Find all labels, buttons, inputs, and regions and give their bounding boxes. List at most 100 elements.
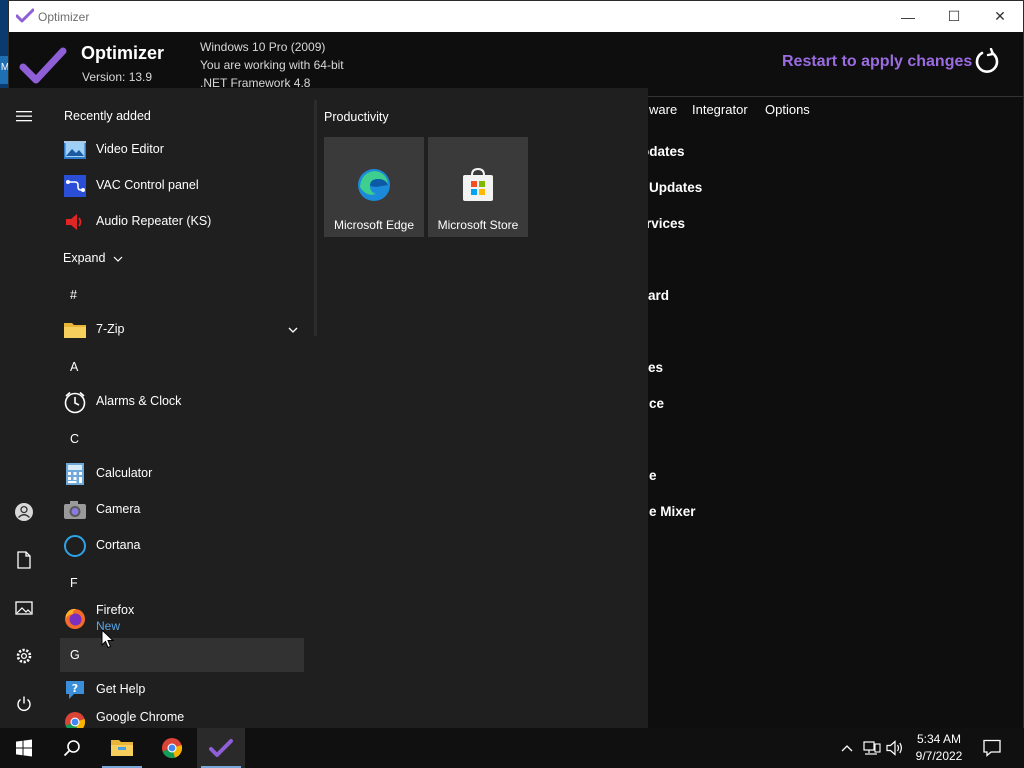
volume-button[interactable] [884, 728, 906, 768]
app-label: Get Help [96, 682, 146, 696]
network-icon [863, 741, 881, 755]
firefox-icon [65, 608, 85, 629]
tile-label: Microsoft Store [437, 218, 519, 232]
option-ce[interactable]: ce [649, 396, 664, 411]
app-calculator[interactable]: Calculator [60, 456, 316, 492]
calculator-icon [66, 463, 84, 485]
chrome-icon [65, 712, 86, 728]
app-firefox[interactable]: Firefox New [60, 600, 316, 636]
clock-time: 5:34 AM [916, 732, 962, 746]
taskbar: 5:34 AM 9/7/2022 [0, 728, 1024, 768]
option-services[interactable]: rvices [646, 216, 685, 231]
taskbar-file-explorer[interactable] [98, 728, 146, 768]
letter-label: F [70, 576, 78, 590]
notification-icon [983, 739, 1001, 757]
store-icon [463, 167, 493, 201]
expand-button[interactable]: Expand [63, 251, 123, 265]
app-audio-repeater[interactable]: Audio Repeater (KS) [60, 204, 316, 240]
app-7zip[interactable]: 7-Zip [60, 312, 316, 348]
get-help-icon: ? [66, 681, 84, 699]
option-es[interactable]: es [648, 360, 663, 375]
chevron-up-icon [841, 745, 853, 752]
restart-link[interactable]: Restart to apply changes [782, 53, 972, 71]
letter-header-g[interactable]: G [60, 638, 304, 672]
app-video-editor[interactable]: Video Editor [60, 132, 316, 168]
expand-label: Expand [63, 251, 106, 265]
optimizer-check-icon [16, 8, 34, 23]
app-label: 7-Zip [96, 322, 125, 336]
user-icon [15, 503, 33, 521]
maximize-button[interactable]: ☐ [931, 1, 977, 32]
app-cortana[interactable]: Cortana [60, 528, 316, 564]
app-version: Version: 13.9 [82, 70, 153, 84]
chevron-down-icon[interactable] [287, 326, 299, 334]
hamburger-icon [16, 111, 32, 122]
clock-date: 9/7/2022 [915, 749, 963, 763]
option-keyboard[interactable]: ard [648, 288, 669, 303]
network-button[interactable] [860, 728, 884, 768]
tile-microsoft-edge[interactable]: Microsoft Edge [324, 137, 424, 237]
notifications-button[interactable] [978, 728, 1006, 768]
volume-icon [886, 740, 902, 756]
letter-header-f[interactable]: F [60, 566, 304, 600]
tab-options[interactable]: Options [765, 102, 810, 117]
settings-button[interactable] [4, 636, 44, 676]
cortana-icon [64, 535, 86, 557]
taskbar-chrome[interactable] [148, 728, 196, 768]
title-bar[interactable]: Optimizer — ☐ ✕ [9, 1, 1023, 32]
letter-label: A [70, 360, 79, 374]
maximize-icon: ☐ [947, 8, 961, 24]
recently-added-header: Recently added [64, 109, 151, 123]
pictures-button[interactable] [4, 588, 44, 628]
tab-hardware[interactable]: ware [649, 102, 677, 117]
settings-icon [16, 648, 32, 664]
power-button[interactable] [4, 684, 44, 724]
start-menu: Recently added Video Editor VAC Control … [0, 88, 648, 728]
letter-header-a[interactable]: A [60, 350, 304, 384]
documents-button[interactable] [4, 540, 44, 580]
app-google-chrome[interactable]: Google Chrome [60, 704, 316, 728]
show-hidden-icons-button[interactable] [836, 728, 858, 768]
app-list: Recently added Video Editor VAC Control … [48, 88, 316, 728]
taskbar-optimizer[interactable] [197, 728, 245, 768]
chevron-down-icon [113, 256, 123, 262]
tab-integrator[interactable]: Integrator [692, 102, 748, 117]
restart-icon[interactable] [973, 48, 1001, 76]
close-button[interactable]: ✕ [977, 1, 1023, 32]
app-label: Camera [96, 502, 141, 516]
tiles-area: Productivity Microsoft Edge Microsoft St… [316, 88, 648, 728]
app-label: Google Chrome [96, 710, 185, 724]
video-editor-icon [64, 141, 86, 159]
app-label: Firefox [96, 603, 135, 617]
tile-microsoft-store[interactable]: Microsoft Store [428, 137, 528, 237]
option-updates-2[interactable]: Updates [649, 180, 702, 195]
option-mixer[interactable]: e Mixer [649, 504, 696, 519]
search-button[interactable] [48, 728, 96, 768]
letter-header-hash[interactable]: # [60, 278, 304, 312]
app-label: VAC Control panel [96, 178, 199, 192]
app-camera[interactable]: Camera [60, 492, 316, 528]
hamburger-button[interactable] [4, 96, 44, 136]
vac-control-icon [64, 175, 86, 197]
power-icon [17, 696, 31, 711]
app-alarms-clock[interactable]: Alarms & Clock [60, 384, 316, 420]
alarm-clock-icon [64, 391, 86, 414]
minimize-icon: — [901, 8, 915, 25]
letter-header-c[interactable]: C [60, 422, 304, 456]
app-name: Optimizer [81, 43, 165, 63]
minimize-button[interactable]: — [885, 1, 931, 32]
letter-label: G [70, 648, 80, 662]
app-label: Video Editor [96, 142, 164, 156]
svg-text:?: ? [72, 682, 78, 695]
option-e[interactable]: e [649, 468, 657, 483]
app-vac-control-panel[interactable]: VAC Control panel [60, 168, 316, 204]
close-icon: ✕ [994, 8, 1006, 24]
clock[interactable]: 5:34 AM 9/7/2022 [908, 731, 970, 765]
system-info: Windows 10 Pro (2009) You are working wi… [200, 38, 344, 92]
start-button[interactable] [0, 728, 48, 768]
app-label: Calculator [96, 466, 153, 480]
app-label: Audio Repeater (KS) [96, 214, 212, 228]
app-header: Optimizer Version: 13.9 Windows 10 Pro (… [9, 32, 1023, 96]
user-button[interactable] [4, 492, 44, 532]
app-get-help[interactable]: ? Get Help [60, 672, 316, 708]
